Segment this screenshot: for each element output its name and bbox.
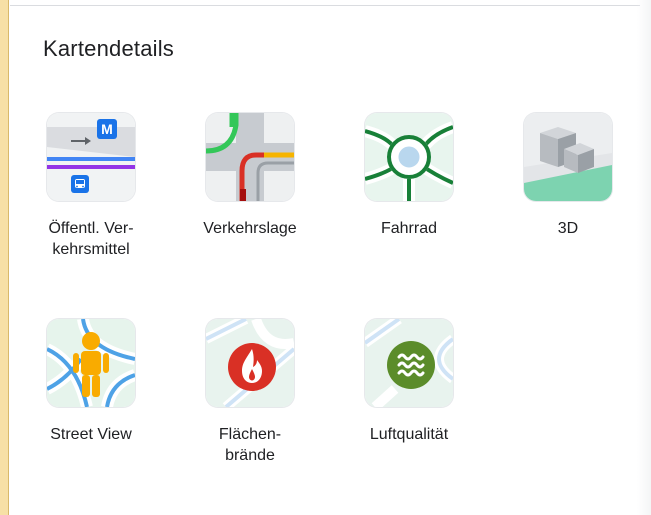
tile-3d-label: 3D: [558, 218, 578, 239]
tile-air-quality[interactable]: Luftqualität: [339, 319, 479, 489]
tile-traffic-label: Verkehrslage: [203, 218, 296, 239]
transit-icon: M: [47, 113, 135, 201]
tile-wildfire-label-line1: Flächen-: [218, 426, 282, 443]
3d-buildings-icon: [524, 113, 612, 201]
tile-traffic[interactable]: Verkehrslage: [180, 113, 320, 283]
top-divider: [10, 5, 640, 6]
tile-wildfire-label-line2: brände: [225, 447, 275, 464]
air-quality-icon: [365, 319, 453, 407]
scroll-edge-shadow: [637, 0, 651, 515]
tile-transit-label: Öffentl. Ver- kehrsmittel: [48, 218, 133, 260]
tile-transit-label-line2: kehrsmittel: [52, 241, 130, 258]
tile-transit-label-line1: Öffentl. Ver-: [48, 220, 134, 237]
tile-air-quality-label: Luftqualität: [370, 424, 448, 445]
traffic-icon: [206, 113, 294, 201]
tile-wildfire[interactable]: Flächen- brände: [180, 319, 320, 489]
wildfire-icon: [206, 319, 294, 407]
tile-3d[interactable]: 3D: [498, 113, 638, 283]
bicycle-icon: [365, 113, 453, 201]
tile-traffic-label-line1: Verkehrslage: [203, 220, 297, 237]
tile-bicycle-label-line1: Fahrrad: [380, 220, 438, 237]
tile-3d-label-line1: 3D: [557, 220, 579, 237]
tile-street-view-label-line1: Street View: [50, 426, 132, 443]
tile-transit[interactable]: M Öffentl. Ver- kehrsmittel: [21, 113, 161, 283]
tile-wildfire-label: Flächen- brände: [219, 424, 281, 466]
panel-title: Kartendetails: [43, 36, 175, 61]
tile-bicycle-label: Fahrrad: [381, 218, 437, 239]
window-edge-strip: [0, 0, 9, 515]
street-view-icon: [47, 319, 135, 407]
tile-street-view-label: Street View: [50, 424, 132, 445]
tile-bicycle[interactable]: Fahrrad: [339, 113, 479, 283]
tile-street-view[interactable]: Street View: [21, 319, 161, 489]
metro-badge: M: [101, 121, 113, 137]
tile-air-quality-label-line1: Luftqualität: [369, 426, 449, 443]
